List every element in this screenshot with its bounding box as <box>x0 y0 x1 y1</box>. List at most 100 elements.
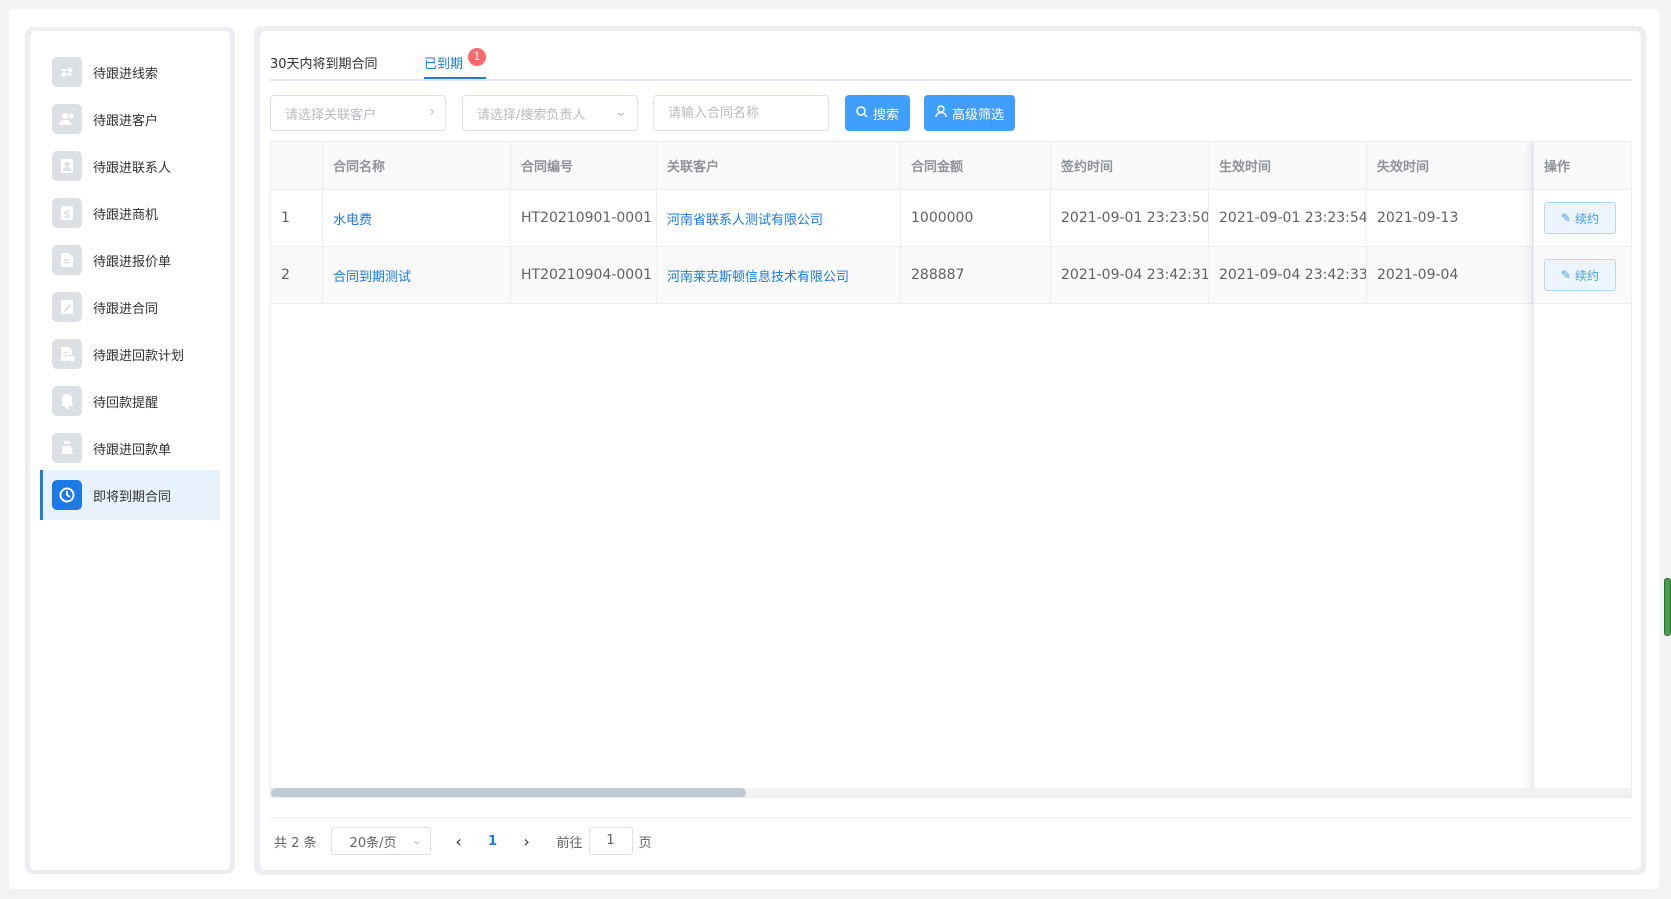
contract-name-input[interactable] <box>668 105 818 121</box>
table-row: 2 合同到期测试 HT20210904-0001 河南莱克斯顿信息技术有限公司 … <box>271 247 1631 304</box>
svg-text:$: $ <box>63 208 71 221</box>
chevron-right-icon: › <box>429 104 435 120</box>
edit-icon: ✎ <box>1560 268 1572 282</box>
actions-column: 操作 ✎ 续约 ✎ 续约 <box>1533 142 1631 797</box>
sidebar-item-opportunities[interactable]: $ 待跟进商机 <box>40 188 220 238</box>
renew-button[interactable]: ✎ 续约 <box>1544 202 1616 234</box>
tab-bar: 30天内将到期合同 已到期 1 <box>270 45 1632 81</box>
sidebar-item-label: 待跟进联系人 <box>93 160 172 176</box>
pagination: 共 2 条 20条/页 ⌄ ‹ 1 › 前往 1 页 <box>274 827 652 855</box>
customer-link[interactable]: 河南莱克斯顿信息技术有限公司 <box>657 247 901 303</box>
chevron-down-icon: ⌄ <box>411 833 422 847</box>
next-page-button[interactable]: › <box>513 832 541 851</box>
customer-link[interactable]: 河南省联系人测试有限公司 <box>657 190 901 246</box>
transfer-icon: ⇄ <box>52 57 82 87</box>
actions-cell: ✎ 续约 <box>1534 247 1631 304</box>
sidebar-item-customers[interactable]: 待跟进客户 <box>40 94 220 144</box>
goto-prefix: 前往 <box>556 835 583 851</box>
sidebar: ⇄ 待跟进线索 待跟进客户 待跟进联系人 $ 待跟进商机 待跟进报价单 待跟进合… <box>30 31 230 870</box>
sidebar-item-payment-reminders[interactable]: 待回款提醒 <box>40 376 220 426</box>
chevron-down-icon: ⌄ <box>615 104 627 120</box>
page-size-select[interactable]: 20条/页 ⌄ <box>330 827 431 855</box>
column-header-expire[interactable]: 失效时间 <box>1367 142 1533 189</box>
row-index: 2 <box>271 247 323 303</box>
customer-select[interactable]: 请选择关联客户 › <box>270 95 446 131</box>
sidebar-item-quotes[interactable]: 待跟进报价单 <box>40 235 220 285</box>
column-header-customer[interactable]: 关联客户 <box>657 142 901 189</box>
column-header-effective[interactable]: 生效时间 <box>1209 142 1367 189</box>
bell-icon <box>52 386 82 416</box>
effective-time: 2021-09-01 23:23:54 <box>1209 190 1367 246</box>
contract-name-link[interactable]: 合同到期测试 <box>323 247 511 303</box>
edit-icon: ✎ <box>1560 211 1572 225</box>
contract-amount: 1000000 <box>901 190 1051 246</box>
active-tab-indicator <box>424 77 486 79</box>
search-icon <box>856 105 868 121</box>
renew-button-label: 续约 <box>1575 268 1600 283</box>
money-bag-icon <box>52 433 82 463</box>
expire-time: 2021-09-13 <box>1367 190 1533 246</box>
prev-page-button[interactable]: ‹ <box>445 832 473 851</box>
sidebar-item-leads[interactable]: ⇄ 待跟进线索 <box>40 47 220 97</box>
search-button-label: 搜索 <box>872 107 899 123</box>
tab-expired[interactable]: 已到期 <box>424 53 463 72</box>
sidebar-item-contracts[interactable]: 待跟进合同 <box>40 282 220 332</box>
sidebar-item-label: 待回款提醒 <box>93 395 159 411</box>
page-size-value: 20条/页 <box>349 835 397 851</box>
column-header-name[interactable]: 合同名称 <box>323 142 511 189</box>
owner-select[interactable]: 请选择/搜索负责人 ⌄ <box>462 95 638 131</box>
sidebar-item-contacts[interactable]: 待跟进联系人 <box>40 141 220 191</box>
customer-select-placeholder: 请选择关联客户 <box>285 107 377 123</box>
contract-code: HT20210904-0001 <box>511 247 657 303</box>
sidebar-item-label: 待跟进合同 <box>93 301 159 317</box>
dollar-icon: $ <box>52 198 82 228</box>
advanced-filter-button[interactable]: 高级筛选 <box>924 95 1015 131</box>
sidebar-item-label: 待跟进回款计划 <box>93 348 185 364</box>
sidebar-item-label: 即将到期合同 <box>93 489 172 505</box>
signed-time: 2021-09-04 23:42:31 <box>1051 247 1209 303</box>
column-header-amount[interactable]: 合同金额 <box>901 142 1051 189</box>
sidebar-item-payment-plans[interactable]: 待跟进回款计划 <box>40 329 220 379</box>
sidebar-item-label: 待跟进回款单 <box>93 442 172 458</box>
contract-amount: 288887 <box>901 247 1051 303</box>
contact-card-icon <box>52 151 82 181</box>
table-header: 合同名称 合同编号 关联客户 合同金额 签约时间 生效时间 失效时间 <box>271 142 1631 190</box>
sidebar-item-label: 待跟进商机 <box>93 207 159 223</box>
page-scrollbar-handle[interactable] <box>1664 578 1671 636</box>
row-index: 1 <box>271 190 323 246</box>
column-header-actions: 操作 <box>1534 142 1631 190</box>
search-button[interactable]: 搜索 <box>845 95 910 131</box>
renew-button-label: 续约 <box>1575 211 1600 226</box>
contract-code: HT20210901-0001 <box>511 190 657 246</box>
goto-suffix: 页 <box>638 835 652 851</box>
column-header-signed[interactable]: 签约时间 <box>1051 142 1209 189</box>
sidebar-item-label: 待跟进报价单 <box>93 254 172 270</box>
contract-icon <box>52 292 82 322</box>
owner-select-placeholder: 请选择/搜索负责人 <box>477 107 586 123</box>
sidebar-item-label: 待跟进线索 <box>93 66 159 82</box>
contracts-table: 合同名称 合同编号 关联客户 合同金额 签约时间 生效时间 失效时间 1 水电费… <box>270 141 1632 798</box>
payment-plan-icon <box>52 339 82 369</box>
column-header-code[interactable]: 合同编号 <box>511 142 657 189</box>
tab-expiring-30-days[interactable]: 30天内将到期合同 <box>270 53 378 72</box>
goto-page-input[interactable]: 1 <box>588 827 633 855</box>
user-icon <box>935 105 947 121</box>
page-number-current[interactable]: 1 <box>473 834 513 849</box>
horizontal-scrollbar[interactable] <box>271 788 1631 797</box>
sidebar-item-expiring-contracts[interactable]: 即将到期合同 <box>40 470 220 520</box>
renew-button[interactable]: ✎ 续约 <box>1544 259 1616 291</box>
clock-icon <box>52 480 82 510</box>
signed-time: 2021-09-01 23:23:50 <box>1051 190 1209 246</box>
table-row: 1 水电费 HT20210901-0001 河南省联系人测试有限公司 10000… <box>271 190 1631 247</box>
contract-name-input-wrap <box>653 95 829 131</box>
effective-time: 2021-09-04 23:42:33 <box>1209 247 1367 303</box>
column-header-index <box>271 142 323 189</box>
scrollbar-thumb[interactable] <box>271 788 746 797</box>
contract-name-link[interactable]: 水电费 <box>323 190 511 246</box>
actions-cell: ✎ 续约 <box>1534 190 1631 247</box>
pager-divider <box>270 817 1632 818</box>
sidebar-item-receipts[interactable]: 待跟进回款单 <box>40 423 220 473</box>
main-panel: 30天内将到期合同 已到期 1 请选择关联客户 › 请选择/搜索负责人 ⌄ 搜索… <box>260 31 1641 870</box>
expire-time: 2021-09-04 <box>1367 247 1533 303</box>
total-count: 共 2 条 <box>274 835 317 851</box>
